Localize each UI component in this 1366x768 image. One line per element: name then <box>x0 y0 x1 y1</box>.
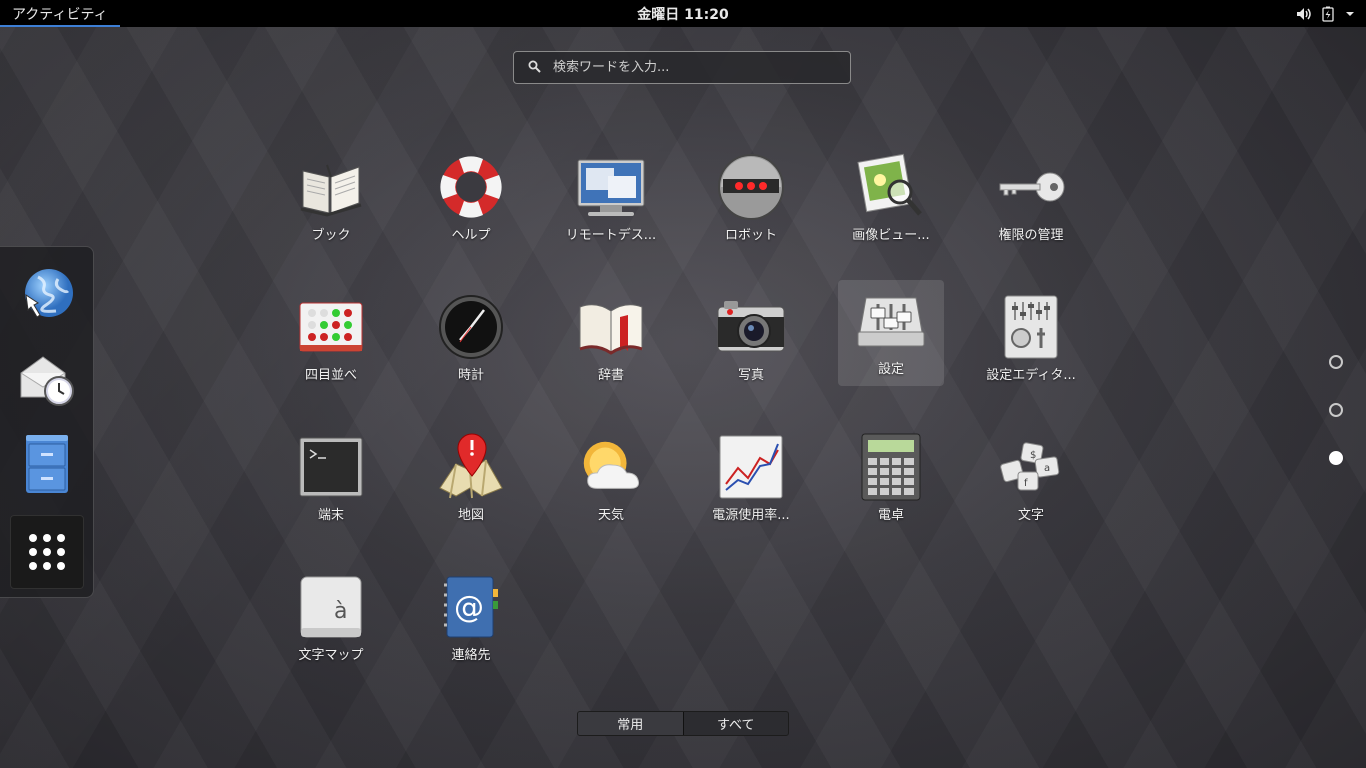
calculator-icon <box>861 433 921 501</box>
app-maps[interactable]: 地図 <box>418 426 524 532</box>
lifebuoy-icon <box>440 156 502 218</box>
volume-icon[interactable] <box>1296 7 1312 21</box>
app-calculator[interactable]: 電卓 <box>838 426 944 532</box>
frequent-tab[interactable]: 常用 <box>578 712 684 735</box>
app-dictionary[interactable]: 辞書 <box>558 286 664 392</box>
app-character-map[interactable]: à 文字マップ <box>278 566 384 672</box>
svg-text:f: f <box>1024 478 1028 489</box>
page-indicator-3[interactable] <box>1329 451 1343 465</box>
globe-icon <box>25 269 73 318</box>
app-book[interactable]: ブック <box>278 146 384 252</box>
terminal-icon <box>299 437 363 497</box>
key-icon <box>999 172 1065 202</box>
search-icon <box>528 58 541 77</box>
activities-button[interactable]: アクティビティ <box>0 0 120 27</box>
mail-clock-icon <box>20 356 74 406</box>
power-statistics-icon <box>719 435 783 499</box>
app-label: 文字 <box>1017 508 1044 523</box>
search-box[interactable] <box>513 51 851 84</box>
app-label: 写真 <box>737 368 764 383</box>
app-remote-desktop[interactable]: リモートデス... <box>558 146 664 252</box>
contacts-icon: @ <box>444 576 498 638</box>
camera-icon <box>717 301 785 352</box>
svg-text:a: a <box>1044 463 1050 474</box>
app-four-in-a-row[interactable]: 四目並べ <box>278 286 384 392</box>
app-grid-icon <box>29 534 65 570</box>
show-applications-button[interactable] <box>10 515 84 589</box>
app-label: 電源使用率... <box>712 508 790 523</box>
battery-icon[interactable] <box>1322 6 1334 22</box>
remote-desktop-icon <box>577 159 645 216</box>
weather-icon <box>583 441 640 489</box>
settings-sliders-icon <box>857 297 925 347</box>
top-bar: アクティビティ 金曜日 11:20 <box>0 0 1366 27</box>
app-image-viewer[interactable]: 画像ビュー... <box>838 146 944 252</box>
page-indicator-2[interactable] <box>1329 403 1343 417</box>
dictionary-icon <box>579 304 643 355</box>
app-settings[interactable]: 設定 <box>838 280 944 386</box>
file-cabinet-icon <box>26 435 68 493</box>
svg-text:$: $ <box>1030 450 1036 461</box>
app-label: 電卓 <box>877 508 904 523</box>
app-label: 辞書 <box>597 368 624 383</box>
book-icon <box>300 164 362 217</box>
four-in-a-row-icon <box>299 302 363 352</box>
app-label: 権限の管理 <box>998 228 1064 243</box>
view-switch: 常用 すべて <box>577 711 789 736</box>
app-power-statistics[interactable]: 電源使用率... <box>698 426 804 532</box>
app-label: ヘルプ <box>451 228 491 243</box>
search-input[interactable] <box>551 59 825 76</box>
all-tab[interactable]: すべて <box>684 712 789 735</box>
desktop-background <box>0 0 1366 768</box>
app-characters[interactable]: $ a f 文字 <box>978 426 1084 532</box>
app-label: 文字マップ <box>298 648 364 663</box>
svg-text:@: @ <box>454 590 484 625</box>
app-label: 連絡先 <box>451 648 491 663</box>
app-label: 時計 <box>457 368 484 383</box>
app-passwords-and-keys[interactable]: 権限の管理 <box>978 146 1084 252</box>
app-label: 設定 <box>877 362 904 377</box>
robot-icon <box>718 154 784 220</box>
app-help[interactable]: ヘルプ <box>418 146 524 252</box>
app-robots[interactable]: ロボット <box>698 146 804 252</box>
app-dconf-editor[interactable]: 設定エディタ... <box>978 286 1084 392</box>
dash <box>0 246 94 598</box>
maps-icon <box>439 433 503 499</box>
app-label: 端末 <box>317 508 344 523</box>
svg-text:à: à <box>334 599 347 624</box>
app-label: ロボット <box>724 228 777 243</box>
dash-item-mail-calendar[interactable] <box>10 342 84 416</box>
app-terminal[interactable]: 端末 <box>278 426 384 532</box>
image-viewer-icon <box>857 153 922 216</box>
dash-item-web-browser[interactable] <box>10 257 84 331</box>
app-photos[interactable]: 写真 <box>698 286 804 392</box>
app-label: 天気 <box>597 508 624 523</box>
app-label: 設定エディタ... <box>986 368 1076 383</box>
app-label: 画像ビュー... <box>852 228 930 243</box>
app-label: ブック <box>311 228 351 243</box>
app-weather[interactable]: 天気 <box>558 426 664 532</box>
app-label: 地図 <box>457 508 484 523</box>
app-label: 四目並べ <box>304 368 357 383</box>
page-indicator-1[interactable] <box>1329 355 1343 369</box>
character-map-icon: à <box>300 576 362 638</box>
app-clocks[interactable]: 時計 <box>418 286 524 392</box>
clock-icon <box>439 295 503 359</box>
clock[interactable]: 金曜日 11:20 <box>637 0 728 27</box>
dash-item-files[interactable] <box>10 427 84 501</box>
system-tray[interactable] <box>1296 0 1356 27</box>
characters-icon: $ a f <box>1000 442 1060 491</box>
app-contacts[interactable]: @ 連絡先 <box>418 566 524 672</box>
menu-chevron-icon[interactable] <box>1344 10 1356 18</box>
app-label: リモートデス... <box>565 228 657 243</box>
config-editor-icon <box>1004 295 1058 359</box>
